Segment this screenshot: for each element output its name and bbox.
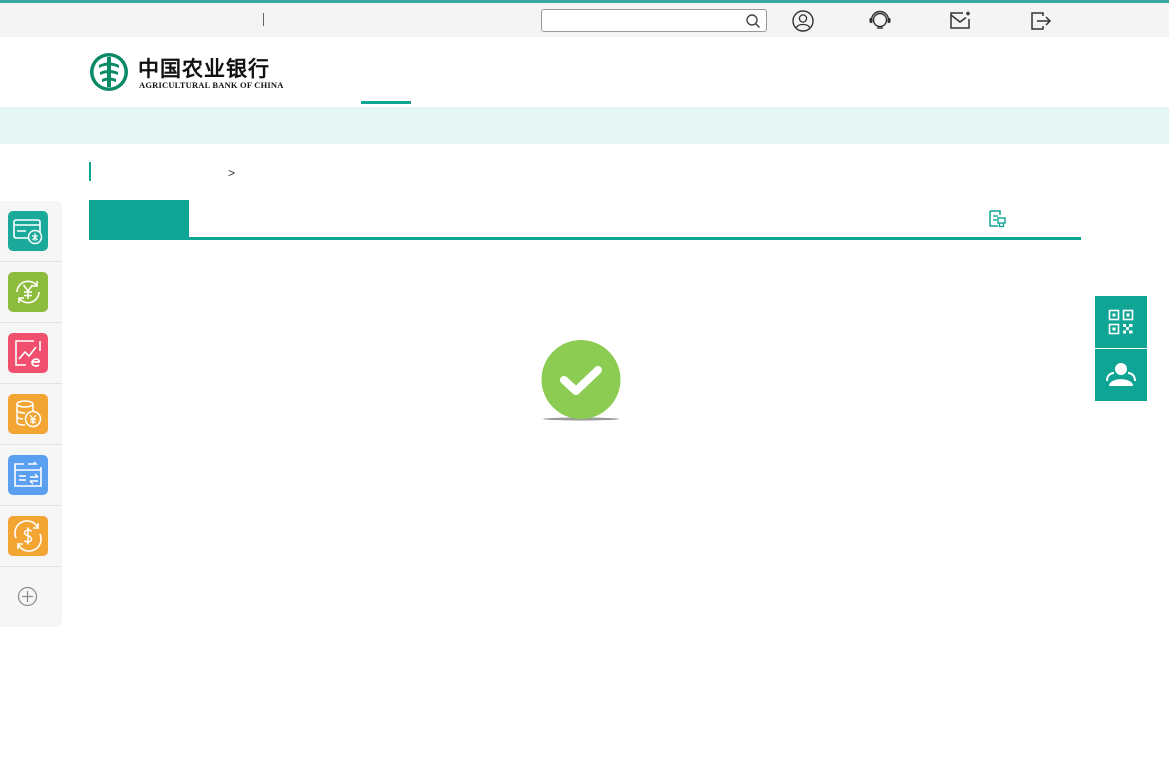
add-icon[interactable] xyxy=(17,586,38,607)
sub-navigation-bar xyxy=(0,107,1169,144)
nav-active-indicator xyxy=(361,101,411,104)
breadcrumb-marker xyxy=(89,162,91,181)
print-icon[interactable] xyxy=(987,209,1007,228)
search-box[interactable] xyxy=(541,9,767,32)
quick-function-sidebar xyxy=(0,201,62,627)
sidebar-add-item[interactable] xyxy=(0,567,62,627)
main-header: 中国农业银行 AGRICULTURAL BANK OF CHINA xyxy=(0,37,1169,107)
breadcrumb-separator: > xyxy=(228,166,236,180)
contact-button[interactable] xyxy=(1095,349,1147,401)
floating-tools xyxy=(1095,296,1147,401)
search-input[interactable] xyxy=(546,12,736,29)
user-icon[interactable] xyxy=(791,10,815,32)
coin-stack-icon xyxy=(8,394,48,434)
yuan-transfer-icon xyxy=(8,272,48,312)
message-icon[interactable] xyxy=(948,10,972,32)
qr-code-button[interactable] xyxy=(1095,296,1147,348)
sidebar-item-e-finance[interactable] xyxy=(0,323,62,384)
bank-name-en: AGRICULTURAL BANK OF CHINA xyxy=(139,80,284,90)
search-icon[interactable] xyxy=(745,13,761,29)
customer-service-icon[interactable] xyxy=(868,10,892,32)
sidebar-item-forex[interactable] xyxy=(0,506,62,567)
sidebar-item-transfer[interactable] xyxy=(0,262,62,323)
account-card-icon xyxy=(8,211,48,251)
sidebar-item-account[interactable] xyxy=(0,201,62,262)
success-check-icon xyxy=(541,340,621,421)
e-chart-icon xyxy=(8,333,48,373)
tab-active[interactable] xyxy=(89,200,189,237)
sidebar-item-card-services[interactable] xyxy=(0,445,62,506)
content-tabs xyxy=(89,200,1081,240)
contact-icon xyxy=(1106,363,1136,386)
dollar-exchange-icon xyxy=(8,516,48,556)
bank-emblem-icon xyxy=(90,53,128,91)
card-exchange-icon xyxy=(8,455,48,495)
tab-underline xyxy=(89,237,1081,240)
topbar-divider xyxy=(263,13,264,26)
bank-name-cn: 中国农业银行 xyxy=(138,56,270,81)
bank-logo[interactable]: 中国农业银行 AGRICULTURAL BANK OF CHINA xyxy=(88,51,293,93)
top-utility-bar xyxy=(0,3,1169,37)
sidebar-item-wealth[interactable] xyxy=(0,384,62,445)
qr-code-icon xyxy=(1108,309,1134,335)
logout-icon[interactable] xyxy=(1029,10,1053,32)
